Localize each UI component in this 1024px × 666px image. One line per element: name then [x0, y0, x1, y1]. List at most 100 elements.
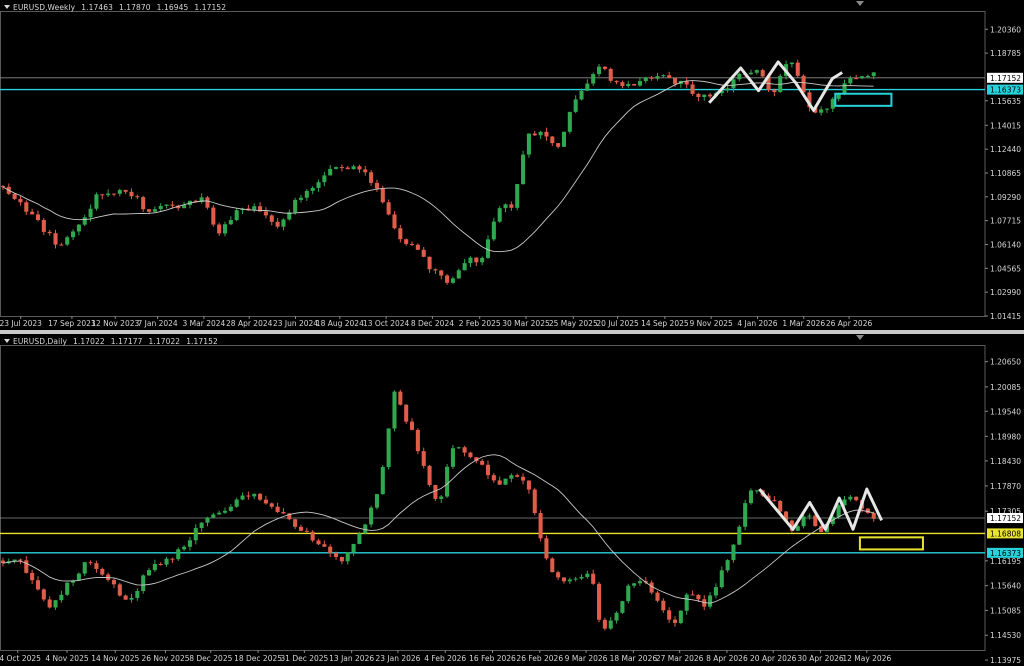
candle-body: [830, 98, 835, 109]
price-tick-label: 1.17870: [990, 482, 1021, 491]
candle-body: [456, 447, 461, 449]
candle-body: [556, 572, 561, 578]
candle-body: [632, 83, 637, 86]
zigzag-pattern-line[interactable]: [708, 60, 843, 112]
candle-body: [871, 512, 876, 519]
candle-body: [205, 517, 210, 523]
time-tick-label: 13 Oct 2024: [363, 319, 410, 328]
candle-body: [176, 549, 181, 560]
candle-body: [789, 62, 794, 65]
candle-body: [269, 503, 274, 507]
candle-body: [456, 270, 461, 279]
chevron-down-icon[interactable]: [4, 5, 10, 9]
candle-body: [614, 612, 619, 621]
candle-body: [252, 493, 257, 497]
candle-body: [626, 83, 631, 86]
candle-body: [608, 68, 613, 81]
weekly-chart-header: EURUSD,Weekly 1.17463 1.17870 1.16945 1.1715…: [4, 3, 232, 12]
candle-body: [351, 543, 356, 553]
candle-body: [123, 189, 128, 192]
target-zone-rect[interactable]: [834, 92, 893, 107]
candle-body: [521, 154, 526, 185]
candle-body: [357, 166, 362, 170]
weekly-high: 1.17870: [118, 3, 151, 12]
time-tick-label: 24 Oct 2025: [0, 654, 41, 663]
candle-body: [228, 220, 233, 225]
time-tick-label: 7 Jan 2024: [137, 319, 177, 328]
time-tick-label: 20 Apr 2026: [750, 654, 797, 663]
candle-body: [427, 465, 432, 485]
candle-body: [515, 475, 520, 477]
candle-body: [275, 221, 280, 227]
candle-body: [369, 507, 374, 525]
candle-body: [263, 499, 268, 504]
price-tick-label: 1.15085: [990, 606, 1021, 615]
candle-body: [328, 546, 333, 554]
weekly-shift-marker[interactable]: [856, 1, 864, 6]
price-axis[interactable]: 1.20360 1.18785 1.15635 1.14015 1.12440 1.108…: [985, 25, 1021, 321]
candle-body: [795, 526, 800, 531]
candle-body: [374, 182, 379, 189]
candle-body: [59, 244, 64, 246]
candle-body: [281, 219, 286, 227]
daily-open: 1.17022: [73, 337, 105, 346]
candle-body: [24, 560, 29, 573]
candle-body: [450, 448, 455, 467]
time-axis[interactable]: 24 Oct 2025 4 Nov 202514 Nov 202526 Nov 2…: [0, 650, 891, 663]
candle-body: [725, 88, 730, 91]
price-tick-label: 1.19540: [990, 407, 1021, 416]
time-tick-label: 9 Mar 2026: [565, 654, 608, 663]
moving-average-line: [2, 80, 874, 253]
candle-body: [111, 193, 116, 195]
candle-body: [433, 269, 438, 271]
price-tick-label: 1.02990: [990, 288, 1021, 297]
daily-shift-marker[interactable]: [856, 335, 864, 340]
candle-body: [538, 131, 543, 136]
candle-body: [281, 511, 286, 514]
candle-body: [719, 570, 724, 588]
candle-body: [298, 197, 304, 200]
candle-body: [591, 573, 596, 584]
price-tick-label: 1.20360: [990, 25, 1021, 34]
price-tick-label: 1.14530: [990, 631, 1021, 640]
time-tick-label: 8 Apr 2026: [706, 654, 748, 663]
price-tick-label: 1.18980: [990, 432, 1021, 441]
time-tick-label: 26 Apr 2026: [826, 319, 873, 328]
weekly-chart-panel[interactable]: 1.20360 1.18785 1.15635 1.14015 1.12440 1.108…: [0, 0, 1024, 330]
daily-chart-canvas[interactable]: 1.20650 1.20085 1.19540 1.18980 1.18430 1.178…: [0, 334, 1024, 666]
candle-body: [795, 62, 800, 76]
chevron-down-icon[interactable]: [4, 339, 10, 343]
candle-body: [690, 84, 695, 94]
time-tick-label: 12 May 2026: [842, 654, 891, 663]
candle-body: [30, 211, 35, 215]
price-tick-label: 1.01415: [990, 312, 1021, 321]
candle-body: [345, 552, 350, 562]
candle-body: [398, 391, 403, 405]
daily-high: 1.17177: [110, 337, 143, 346]
candle-body: [743, 503, 748, 527]
candle-body: [754, 490, 759, 492]
price-tick-label: 1.07715: [990, 217, 1021, 226]
candle-body: [106, 193, 111, 196]
weekly-chart-canvas[interactable]: 1.20360 1.18785 1.15635 1.14015 1.12440 1.108…: [0, 0, 1024, 330]
candle-body: [538, 513, 543, 539]
candle-body: [608, 620, 613, 629]
daily-chart-panel[interactable]: 1.20650 1.20085 1.19540 1.18980 1.18430 1.178…: [0, 334, 1024, 666]
candle-body: [18, 199, 23, 203]
price-tick-label: 1.04565: [990, 264, 1021, 273]
price-axis[interactable]: 1.20650 1.20085 1.19540 1.18980 1.18430 1.178…: [985, 358, 1021, 665]
candle-body: [199, 522, 204, 529]
target-zone-rect[interactable]: [858, 536, 924, 551]
zigzag-pattern-line[interactable]: [758, 487, 883, 531]
price-tick-label: 1.15640: [990, 582, 1021, 591]
candle-body: [801, 516, 806, 527]
candle-body: [421, 249, 426, 257]
candle-body: [53, 233, 58, 245]
candle-body: [316, 182, 321, 188]
time-tick-label: 9 Nov 2025: [690, 319, 733, 328]
candle-body: [854, 78, 859, 80]
candle-body: [222, 224, 228, 234]
candle-body: [468, 452, 473, 458]
candle-body: [521, 476, 526, 481]
time-axis[interactable]: 23 Jul 2023 17 Sep 202312 Nov 20237 Jan 2…: [0, 316, 872, 328]
